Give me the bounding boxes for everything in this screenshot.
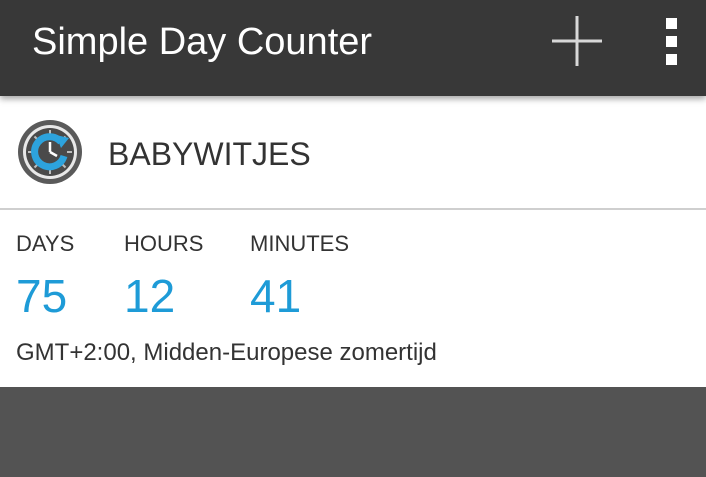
- days-label: DAYS: [16, 231, 75, 256]
- minutes-label: MINUTES: [250, 231, 349, 256]
- hours-label: HOURS: [124, 231, 204, 256]
- hours-unit: HOURS 12: [124, 230, 203, 322]
- minutes-value: 41: [250, 270, 302, 322]
- timezone-text: GMT+2:00, Midden-Europese zomertijd: [16, 339, 437, 366]
- minutes-unit: MINUTES 41: [250, 230, 349, 322]
- more-options-button[interactable]: [652, 12, 692, 70]
- card-divider: [0, 208, 706, 210]
- days-value: 75: [16, 270, 68, 322]
- counter-card[interactable]: BABYWITJES DAYS 75 HOURS 12 MINUTES 41 G…: [0, 96, 706, 387]
- days-unit: DAYS 75: [16, 230, 74, 322]
- app-bar: Simple Day Counter: [0, 0, 706, 96]
- counter-card-header: BABYWITJES: [0, 96, 706, 209]
- more-vert-icon: [666, 18, 677, 65]
- clock-refresh-icon: [16, 118, 84, 186]
- app-title: Simple Day Counter: [32, 21, 373, 63]
- hours-value: 12: [124, 270, 176, 322]
- counter-name: BABYWITJES: [108, 136, 311, 172]
- plus-icon: [552, 16, 602, 66]
- add-counter-button[interactable]: [548, 12, 606, 70]
